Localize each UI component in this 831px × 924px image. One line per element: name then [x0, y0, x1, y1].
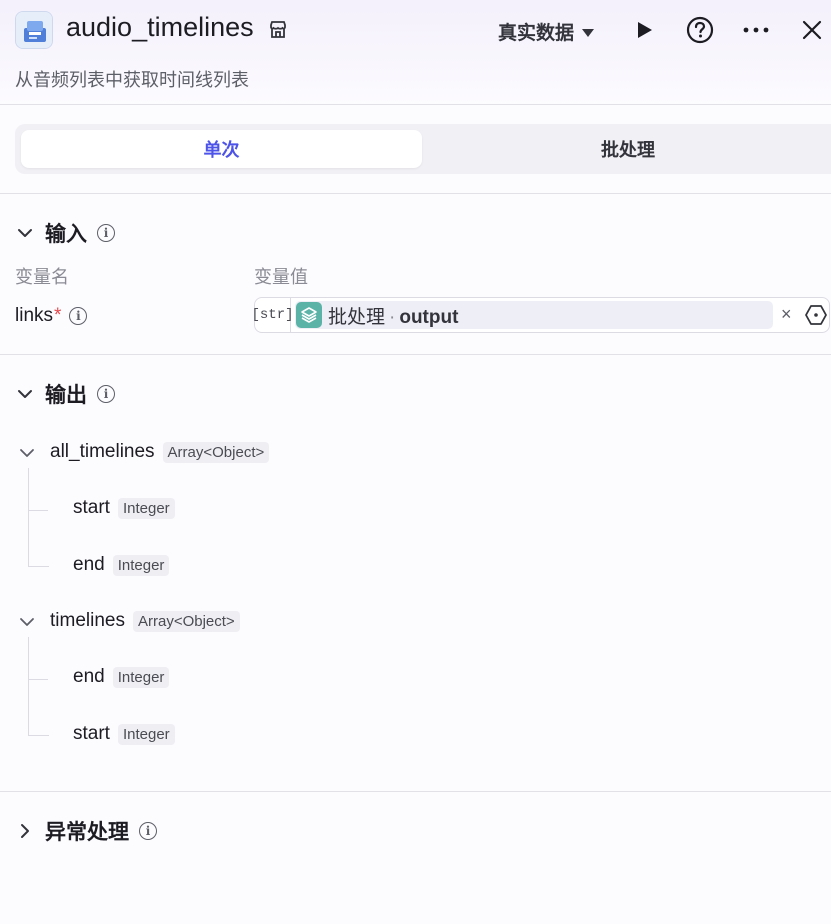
chevron-right-icon	[21, 824, 29, 838]
input-divider	[0, 354, 831, 355]
output-section-header[interactable]: 输出 i	[15, 379, 115, 409]
node-title: audio_timelines	[66, 12, 254, 42]
type-badge: Integer	[117, 723, 175, 745]
type-badge: Integer	[112, 666, 170, 688]
help-icon	[686, 16, 714, 44]
batch-node-icon	[296, 302, 322, 328]
tabs-divider	[0, 193, 831, 194]
type-badge: Array<Object>	[162, 441, 270, 463]
input-section-title: 输入	[45, 223, 87, 246]
chevron-down-icon[interactable]	[18, 444, 36, 462]
hexagon-icon	[805, 305, 827, 325]
node-description: 从音频列表中获取时间线列表	[15, 70, 249, 90]
variable-reference-chip[interactable]: 批处理 · output	[295, 301, 773, 329]
output-item-end: end Integer	[73, 666, 170, 688]
close-button[interactable]	[796, 14, 828, 46]
type-badge: Integer	[112, 554, 170, 576]
ref-node-name: 批处理	[328, 306, 386, 328]
output-item-start: start Integer	[73, 723, 175, 745]
tree-connector	[28, 709, 49, 736]
output-name: start	[73, 497, 110, 518]
more-icon	[743, 27, 769, 33]
data-mode-dropdown[interactable]: 真实数据	[498, 18, 595, 45]
variable-name-column-label: 变量名	[15, 267, 69, 287]
output-name: all_timelines	[50, 441, 155, 462]
output-section-title: 输出	[45, 384, 87, 407]
store-icon[interactable]	[268, 20, 288, 45]
input-section-header[interactable]: 输入 i	[15, 218, 115, 248]
tree-connector	[28, 679, 48, 680]
output-name: start	[73, 723, 110, 744]
string-type-tag[interactable]: [str]	[252, 298, 294, 332]
chevron-down-icon[interactable]	[18, 613, 36, 631]
variable-picker-button[interactable]	[805, 304, 827, 331]
caret-down-icon	[582, 28, 595, 37]
play-icon	[638, 22, 652, 38]
type-badge: Integer	[117, 497, 175, 519]
output-divider	[0, 791, 831, 792]
more-button[interactable]	[740, 14, 772, 46]
app-icon	[15, 11, 53, 49]
output-name: end	[73, 666, 105, 687]
help-button[interactable]	[684, 14, 716, 46]
output-name: timelines	[50, 610, 125, 631]
info-icon[interactable]: i	[97, 224, 115, 242]
exception-section-header[interactable]: 异常处理 i	[15, 816, 157, 846]
links-value-input[interactable]: [str] 批处理 · output ×	[252, 297, 830, 333]
links-name: links	[15, 305, 54, 326]
data-mode-label: 真实数据	[498, 23, 575, 44]
output-item-start: start Integer	[73, 497, 175, 519]
exception-section-title: 异常处理	[45, 821, 129, 844]
info-icon[interactable]: i	[139, 822, 157, 840]
type-badge: Array<Object>	[132, 610, 240, 632]
header-divider	[0, 104, 831, 105]
tab-single[interactable]: 单次	[21, 130, 422, 168]
output-item-end: end Integer	[73, 554, 170, 576]
chevron-down-icon	[18, 390, 32, 398]
variable-value-column-label: 变量值	[254, 267, 308, 287]
output-item-timelines: timelines Array<Object>	[50, 610, 240, 632]
info-icon[interactable]: i	[69, 307, 88, 325]
info-icon[interactable]: i	[97, 385, 115, 403]
clear-reference-button[interactable]: ×	[781, 304, 792, 325]
tree-connector	[28, 540, 49, 567]
close-icon	[802, 20, 822, 40]
tab-batch[interactable]: 批处理	[422, 130, 831, 168]
tree-connector	[28, 510, 48, 511]
chevron-down-icon	[18, 229, 32, 237]
ref-separator: ·	[389, 306, 396, 328]
links-field-label: links * i	[15, 305, 88, 327]
variable-reference-text: 批处理 · output	[328, 302, 458, 329]
output-item-all-timelines: all_timelines Array<Object>	[50, 441, 270, 463]
output-name: end	[73, 554, 105, 575]
required-mark: *	[54, 305, 62, 326]
run-mode-tabs: 单次 批处理	[15, 124, 831, 174]
run-button[interactable]	[628, 14, 660, 46]
ref-variable-name: output	[399, 306, 459, 328]
